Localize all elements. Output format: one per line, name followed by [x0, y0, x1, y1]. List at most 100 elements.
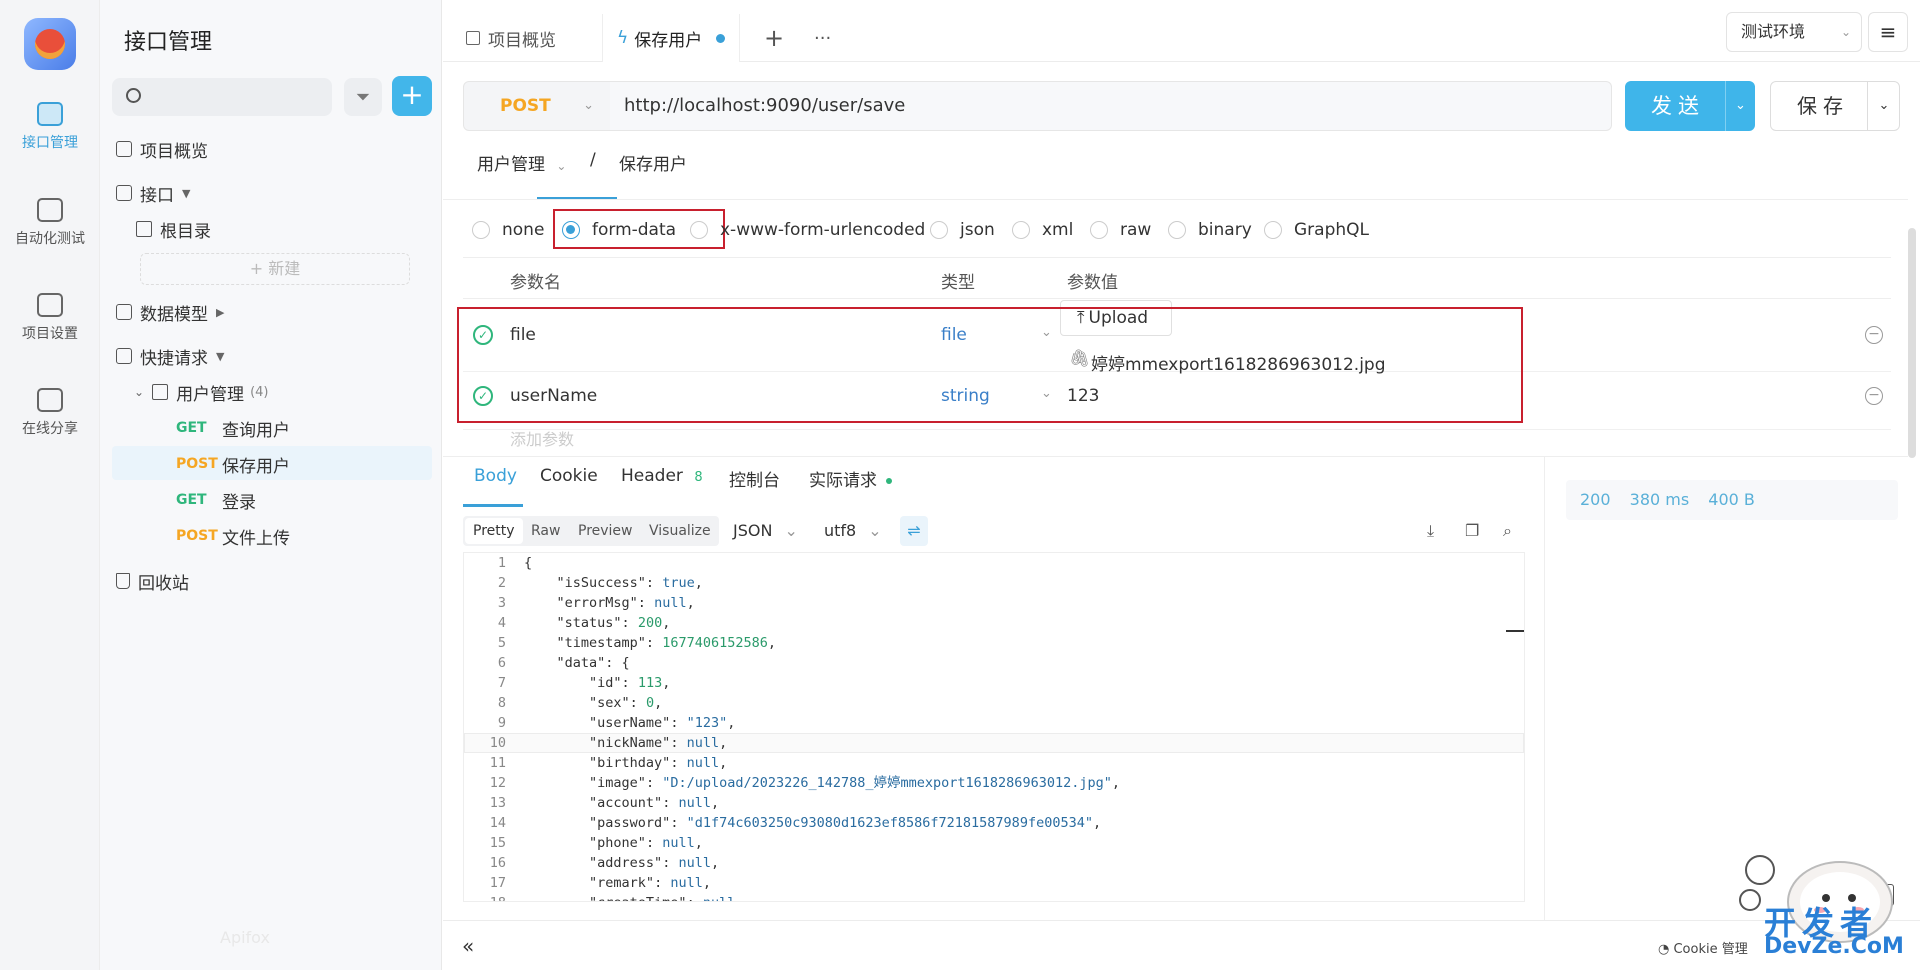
tree-item-recycle[interactable]: 回收站: [116, 565, 189, 597]
tree-item-user-group[interactable]: ⌄ 用户管理 (4): [134, 376, 268, 408]
request-item-save-user[interactable]: POST 保存用户: [176, 448, 290, 480]
radio-json[interactable]: json: [930, 212, 995, 248]
resp-tab-actual-request[interactable]: 实际请求: [809, 466, 893, 506]
line-number: 7: [497, 675, 506, 691]
left-rail: 接口管理 自动化测试 项目设置 在线分享: [0, 0, 100, 970]
trash-icon: [116, 573, 130, 589]
url-input[interactable]: http://localhost:9090/user/save: [610, 81, 1612, 131]
request-item-login[interactable]: GET 登录: [176, 484, 256, 516]
code-line: 16 "address": null,: [464, 853, 1524, 873]
collapse-sidebar-button[interactable]: «: [462, 934, 474, 958]
radio-icon: [930, 221, 948, 239]
radio-binary[interactable]: binary: [1168, 212, 1252, 248]
request-item-query-user[interactable]: GET 查询用户: [176, 412, 290, 444]
tree-item-quick-requests[interactable]: 快捷请求 ▼: [116, 340, 224, 372]
cookie-icon: ◔: [1658, 942, 1670, 957]
request-item-file-upload[interactable]: POST 文件上传: [176, 520, 290, 552]
line-number: 18: [464, 893, 506, 901]
radio-icon: [1090, 221, 1108, 239]
rail-item-settings[interactable]: 项目设置: [0, 293, 100, 343]
add-tab-button[interactable]: +: [764, 14, 784, 62]
environment-select[interactable]: 测试环境 ⌄: [1726, 12, 1862, 52]
resp-tab-body[interactable]: Body: [474, 466, 517, 506]
sidebar: 接口管理 ⏷ + 项目概览 接口 ▼ 根目录 + 新建 数据模型 ▶ 快捷请求 ▼ ⌄…: [100, 0, 442, 970]
response-code-editor[interactable]: 1{2 "isSuccess": true, 3 "errorMsg": null…: [463, 552, 1525, 902]
chevron-down-icon: ⌄: [583, 98, 594, 113]
menu-button[interactable]: ≡: [1868, 12, 1908, 52]
resp-tab-header[interactable]: Header 8: [621, 466, 703, 506]
lang-label: JSON: [733, 521, 773, 540]
code-line: 1{: [464, 553, 1524, 573]
format-visualize[interactable]: Visualize: [649, 516, 711, 546]
code-line: 4 "status": 200,: [464, 613, 1524, 633]
rail-item-api[interactable]: 接口管理: [0, 102, 100, 152]
radio-icon: [1012, 221, 1030, 239]
line-number: 12: [489, 775, 506, 791]
save-dropdown-button[interactable]: ⌄: [1867, 81, 1900, 131]
scrollbar[interactable]: [1908, 228, 1916, 458]
radio-graphql[interactable]: GraphQL: [1264, 212, 1369, 248]
method-badge: GET: [176, 492, 207, 508]
tree-item-interfaces[interactable]: 接口 ▼: [116, 177, 190, 209]
format-pretty[interactable]: Pretty: [465, 518, 523, 544]
tab-label: 实际请求: [809, 471, 877, 491]
wrap-toggle[interactable]: ⇌: [900, 516, 928, 546]
breadcrumb-current: 保存用户: [619, 155, 687, 175]
code-line: 8 "sex": 0,: [464, 693, 1524, 713]
radio-icon: [1264, 221, 1282, 239]
add-param-input[interactable]: 添加参数: [510, 426, 574, 450]
breadcrumb-parent[interactable]: 用户管理 ⌄: [477, 150, 566, 175]
radio-none[interactable]: none: [472, 212, 544, 248]
send-dropdown-button[interactable]: ⌄: [1725, 81, 1755, 131]
environment-label: 测试环境: [1741, 22, 1806, 41]
sidebar-title: 接口管理: [124, 30, 213, 55]
add-button[interactable]: +: [392, 76, 432, 116]
filter-button[interactable]: ⏷: [344, 78, 382, 116]
resp-tab-console[interactable]: 控制台: [729, 466, 780, 506]
radio-urlencoded[interactable]: x-www-form-urlencoded: [690, 212, 925, 248]
radio-raw[interactable]: raw: [1090, 212, 1151, 248]
watermark: Apifox: [220, 928, 270, 947]
copy-button[interactable]: ❐: [1465, 516, 1479, 546]
tree-item-overview[interactable]: 项目概览: [116, 133, 208, 165]
remove-param-icon[interactable]: −: [1865, 326, 1883, 344]
method-select[interactable]: POST ⌄: [463, 81, 611, 131]
radio-xml[interactable]: xml: [1012, 212, 1073, 248]
code-text: "errorMsg": null,: [556, 595, 695, 611]
rail-item-automation[interactable]: 自动化测试: [0, 198, 100, 248]
lang-select[interactable]: JSON ⌄: [733, 516, 798, 546]
chevron-down-icon: ⌄: [784, 521, 798, 540]
divider: [443, 456, 1908, 457]
search-input[interactable]: [112, 78, 332, 116]
code-line: 18 "createTime": null: [464, 893, 1524, 901]
tree-item-root[interactable]: 根目录: [136, 213, 211, 245]
resp-tab-cookie[interactable]: Cookie: [540, 466, 598, 506]
menu-icon: ≡: [1879, 20, 1897, 44]
rail-item-share[interactable]: 在线分享: [0, 388, 100, 438]
new-button[interactable]: + 新建: [140, 253, 410, 285]
download-button[interactable]: ⤓: [1427, 516, 1434, 546]
remove-param-icon[interactable]: −: [1865, 387, 1883, 405]
format-preview[interactable]: Preview: [578, 516, 633, 546]
code-line: 11 "birthday": null,: [464, 753, 1524, 773]
format-raw[interactable]: Raw: [531, 516, 560, 546]
tab-overview[interactable]: 项目概览: [466, 14, 556, 62]
chevron-down-icon: ⌄: [868, 521, 882, 540]
rail-label: 自动化测试: [15, 231, 85, 247]
tree-item-data-model[interactable]: 数据模型 ▶: [116, 296, 224, 328]
search-button[interactable]: ⌕: [1503, 516, 1512, 546]
tab-save-user[interactable]: ϟ 保存用户: [602, 14, 741, 62]
line-number: 2: [497, 575, 506, 591]
encoding-select[interactable]: utf8 ⌄: [824, 516, 882, 546]
line-number: 16: [489, 855, 506, 871]
active-tab-underline: [463, 504, 523, 507]
request-name: 登录: [222, 492, 256, 513]
request-name: 文件上传: [222, 528, 290, 549]
code-line: 3 "errorMsg": null,: [464, 593, 1524, 613]
more-tabs-button[interactable]: ···: [814, 14, 831, 62]
method-badge: POST: [176, 456, 218, 472]
wrap-icon: ⇌: [907, 521, 921, 540]
code-text: "status": 200,: [556, 615, 671, 631]
rail-label: 项目设置: [22, 326, 78, 342]
line-number: 6: [497, 655, 506, 671]
